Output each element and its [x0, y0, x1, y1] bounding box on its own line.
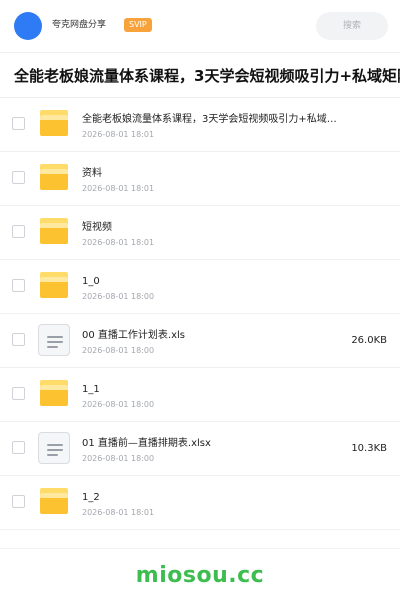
file-date: 2026-08-01 18:00 [82, 346, 155, 355]
file-size: 10.3KB [351, 443, 387, 454]
folder-icon [40, 110, 68, 136]
file-list: 全能老板娘流量体系课程，3天学会短视频吸引力+私域… 2026-08-01 18… [0, 98, 400, 530]
list-item[interactable]: 资料 2026-08-01 18:01 [0, 152, 400, 206]
checkbox[interactable] [12, 225, 25, 238]
folder-icon [40, 218, 68, 244]
document-icon [38, 432, 70, 464]
title-bar: 全能老板娘流量体系课程，3天学会短视频吸引力+私域矩阵 [0, 52, 400, 98]
footer: miosou.cc [0, 548, 400, 600]
file-name[interactable]: 1_2 [82, 491, 362, 505]
watermark: miosou.cc [135, 563, 265, 588]
search-button[interactable]: 搜索 [316, 12, 388, 40]
file-name[interactable]: 短视频 [82, 221, 362, 235]
checkbox[interactable] [12, 441, 25, 454]
folder-icon [40, 272, 68, 298]
list-item[interactable]: 1_2 2026-08-01 18:01 [0, 476, 400, 530]
checkbox[interactable] [12, 495, 25, 508]
checkbox[interactable] [12, 117, 25, 130]
page-title: 全能老板娘流量体系课程，3天学会短视频吸引力+私域矩阵 [14, 67, 400, 85]
file-date: 2026-08-01 18:00 [82, 292, 155, 301]
file-size: 26.0KB [351, 335, 387, 346]
document-icon [38, 324, 70, 356]
file-name[interactable]: 00 直播工作计划表.xls [82, 329, 362, 343]
user-name[interactable]: 夸克网盘分享 [52, 18, 106, 32]
folder-icon [40, 164, 68, 190]
file-date: 2026-08-01 18:01 [82, 238, 155, 247]
file-date: 2026-08-01 18:01 [82, 508, 155, 517]
folder-icon [40, 380, 68, 406]
file-name[interactable]: 1_1 [82, 383, 362, 397]
folder-icon [40, 488, 68, 514]
file-name[interactable]: 全能老板娘流量体系课程，3天学会短视频吸引力+私域… [82, 113, 362, 127]
checkbox[interactable] [12, 171, 25, 184]
file-date: 2026-08-01 18:01 [82, 130, 155, 139]
avatar[interactable] [14, 12, 42, 40]
file-date: 2026-08-01 18:01 [82, 184, 155, 193]
checkbox[interactable] [12, 333, 25, 346]
list-item[interactable]: 全能老板娘流量体系课程，3天学会短视频吸引力+私域… 2026-08-01 18… [0, 98, 400, 152]
checkbox[interactable] [12, 279, 25, 292]
list-item[interactable]: 短视频 2026-08-01 18:01 [0, 206, 400, 260]
file-date: 2026-08-01 18:00 [82, 454, 155, 463]
svip-badge: SVIP [124, 18, 152, 32]
checkbox[interactable] [12, 387, 25, 400]
file-name[interactable]: 1_0 [82, 275, 362, 289]
header: 夸克网盘分享 SVIP 搜索 [0, 0, 400, 52]
list-item[interactable]: 00 直播工作计划表.xls 2026-08-01 18:00 26.0KB [0, 314, 400, 368]
file-date: 2026-08-01 18:00 [82, 400, 155, 409]
file-name[interactable]: 01 直播前—直播排期表.xlsx [82, 437, 362, 451]
list-item[interactable]: 01 直播前—直播排期表.xlsx 2026-08-01 18:00 10.3K… [0, 422, 400, 476]
list-item[interactable]: 1_0 2026-08-01 18:00 [0, 260, 400, 314]
list-item[interactable]: 1_1 2026-08-01 18:00 [0, 368, 400, 422]
file-name[interactable]: 资料 [82, 167, 362, 181]
